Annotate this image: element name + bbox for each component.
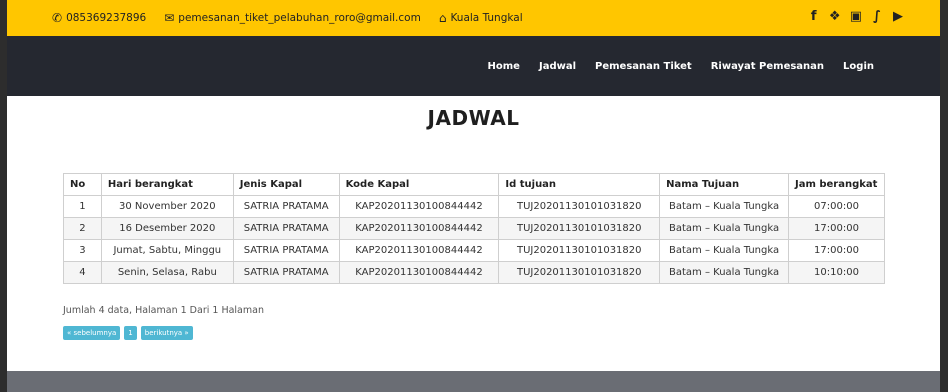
- social-links: f ❖ ▣ ∫ ▶: [808, 9, 904, 24]
- google-plus-icon[interactable]: ∫: [871, 9, 883, 24]
- footer-bar: [7, 371, 940, 392]
- cell-nama-tujuan: Batam – Kuala Tungka: [659, 217, 789, 240]
- nav-pemesanan-tiket[interactable]: Pemesanan Tiket: [595, 61, 692, 72]
- cell-kode-kapal: KAP20201130100844442: [338, 239, 500, 262]
- table-row: 3 Jumat, Sabtu, Minggu SATRIA PRATAMA KA…: [63, 239, 885, 262]
- location-name: Kuala Tungkal: [450, 12, 523, 24]
- cell-id-tujuan: TUJ20201130101031820: [498, 239, 661, 262]
- email-address[interactable]: pemesanan_tiket_pelabuhan_roro@gmail.com: [178, 12, 421, 24]
- next-page-button[interactable]: berikutnya »: [140, 326, 193, 340]
- nav-menu: Home Jadwal Pemesanan Tiket Riwayat Peme…: [469, 61, 874, 72]
- window-frame-right: [940, 0, 948, 392]
- cell-no: 4: [63, 261, 102, 284]
- youtube-icon[interactable]: ▶: [892, 9, 904, 24]
- cell-kode-kapal: KAP20201130100844442: [338, 261, 500, 284]
- cell-hari-berangkat: Jumat, Sabtu, Minggu: [100, 239, 234, 262]
- cell-jam-berangkat: 07:00:00: [788, 195, 885, 218]
- cell-jenis-kapal: SATRIA PRATAMA: [232, 195, 340, 218]
- col-header-hari-berangkat: Hari berangkat: [100, 173, 234, 196]
- table-row: 4 Senin, Selasa, Rabu SATRIA PRATAMA KAP…: [63, 261, 885, 284]
- nav-login[interactable]: Login: [843, 61, 874, 72]
- table-header-row: No Hari berangkat Jenis Kapal Kode Kapal…: [63, 173, 885, 196]
- email-contact[interactable]: ✉ pemesanan_tiket_pelabuhan_roro@gmail.c…: [164, 11, 421, 25]
- page-1-button[interactable]: 1: [124, 326, 137, 340]
- cell-nama-tujuan: Batam – Kuala Tungka: [659, 195, 789, 218]
- nav-home[interactable]: Home: [488, 61, 520, 72]
- pagination-summary: Jumlah 4 data, Halaman 1 Dari 1 Halaman: [63, 305, 264, 316]
- phone-number: 085369237896: [66, 12, 147, 24]
- col-header-jenis-kapal: Jenis Kapal: [232, 173, 340, 196]
- schedule-table: No Hari berangkat Jenis Kapal Kode Kapal…: [63, 173, 885, 284]
- table-row: 2 16 Desember 2020 SATRIA PRATAMA KAP202…: [63, 217, 885, 240]
- col-header-id-tujuan: Id tujuan: [498, 173, 661, 196]
- cell-no: 2: [63, 217, 102, 240]
- col-header-kode-kapal: Kode Kapal: [338, 173, 500, 196]
- cell-kode-kapal: KAP20201130100844442: [338, 217, 500, 240]
- window-frame-left: [0, 0, 7, 392]
- cell-hari-berangkat: Senin, Selasa, Rabu: [100, 261, 234, 284]
- cell-jenis-kapal: SATRIA PRATAMA: [232, 239, 340, 262]
- cell-no: 3: [63, 239, 102, 262]
- twitter-icon[interactable]: ❖: [829, 9, 841, 24]
- prev-page-button[interactable]: « sebelumnya: [63, 326, 121, 340]
- cell-jam-berangkat: 10:10:00: [788, 261, 885, 284]
- cell-id-tujuan: TUJ20201130101031820: [498, 195, 661, 218]
- instagram-icon[interactable]: ▣: [850, 9, 862, 24]
- page-title: JADWAL: [427, 106, 520, 130]
- cell-jenis-kapal: SATRIA PRATAMA: [232, 217, 340, 240]
- mail-icon: ✉: [164, 11, 175, 25]
- cell-jam-berangkat: 17:00:00: [788, 239, 885, 262]
- phone-icon: ✆: [52, 11, 63, 25]
- col-header-nama-tujuan: Nama Tujuan: [659, 173, 789, 196]
- cell-id-tujuan: TUJ20201130101031820: [498, 261, 661, 284]
- location-contact: ⌂ Kuala Tungkal: [439, 11, 523, 25]
- contact-topbar: ✆ 085369237896 ✉ pemesanan_tiket_pelabuh…: [7, 0, 940, 36]
- cell-jenis-kapal: SATRIA PRATAMA: [232, 261, 340, 284]
- cell-no: 1: [63, 195, 102, 218]
- cell-nama-tujuan: Batam – Kuala Tungka: [659, 239, 789, 262]
- cell-id-tujuan: TUJ20201130101031820: [498, 217, 661, 240]
- cell-kode-kapal: KAP20201130100844442: [338, 195, 500, 218]
- home-icon: ⌂: [438, 11, 447, 25]
- table-row: 1 30 November 2020 SATRIA PRATAMA KAP202…: [63, 195, 885, 218]
- col-header-no: No: [63, 173, 102, 196]
- col-header-jam-berangkat: Jam berangkat: [788, 173, 885, 196]
- cell-hari-berangkat: 16 Desember 2020: [100, 217, 234, 240]
- pagination-controls: « sebelumnya 1 berikutnya »: [63, 326, 193, 340]
- cell-nama-tujuan: Batam – Kuala Tungka: [659, 261, 789, 284]
- cell-hari-berangkat: 30 November 2020: [100, 195, 234, 218]
- cell-jam-berangkat: 17:00:00: [788, 217, 885, 240]
- main-navbar: Home Jadwal Pemesanan Tiket Riwayat Peme…: [7, 36, 940, 96]
- phone-contact: ✆ 085369237896: [52, 11, 146, 25]
- facebook-icon[interactable]: f: [808, 9, 820, 24]
- nav-jadwal[interactable]: Jadwal: [539, 61, 576, 72]
- nav-riwayat-pemesanan[interactable]: Riwayat Pemesanan: [711, 61, 824, 72]
